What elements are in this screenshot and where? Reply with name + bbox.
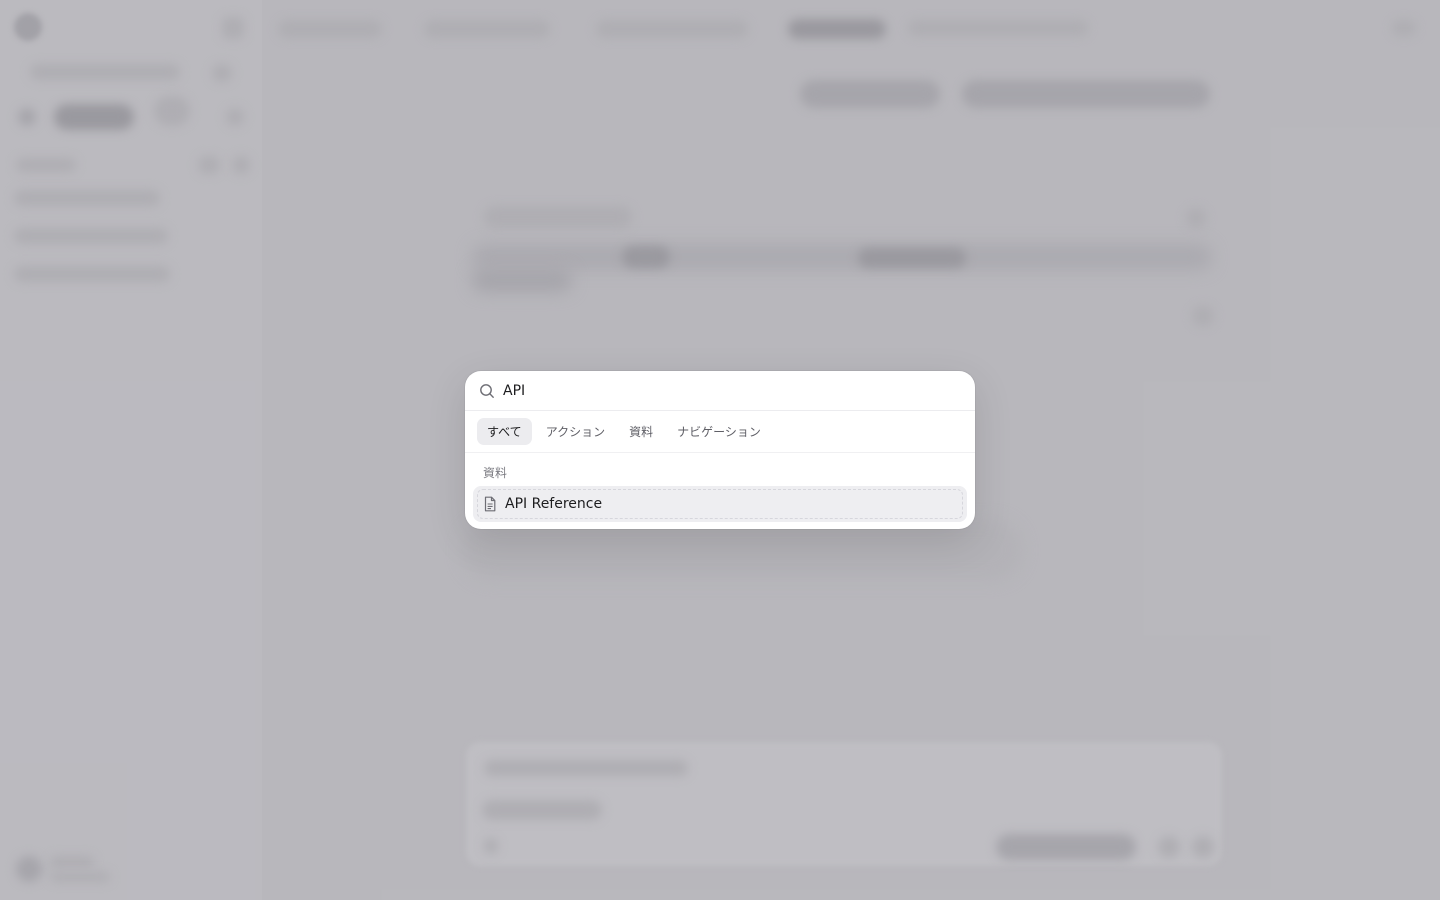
results-section-label: 資料	[483, 466, 508, 480]
search-row	[465, 371, 975, 411]
search-input[interactable]	[503, 382, 961, 399]
tab-documents[interactable]: 資料	[619, 418, 663, 445]
search-icon	[479, 383, 495, 399]
document-icon	[483, 496, 497, 512]
tab-all[interactable]: すべて	[477, 418, 532, 445]
result-item-label: API Reference	[505, 496, 603, 512]
command-palette: すべて アクション 資料 ナビゲーション 資料 API Reference	[465, 371, 975, 529]
tab-navigation[interactable]: ナビゲーション	[667, 418, 771, 445]
tab-actions[interactable]: アクション	[536, 418, 615, 445]
filter-tabs: すべて アクション 資料 ナビゲーション	[465, 411, 975, 453]
result-item-api-reference[interactable]: API Reference	[473, 486, 967, 522]
